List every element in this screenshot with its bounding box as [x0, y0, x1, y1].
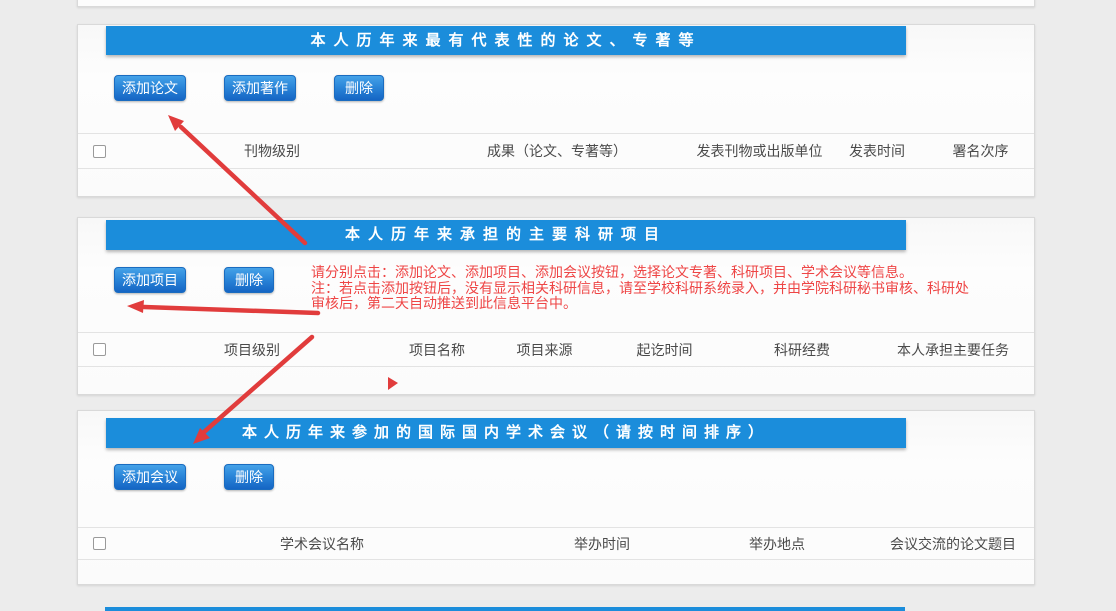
projects-select-all-checkbox[interactable]	[93, 343, 106, 356]
delete-conferences-button[interactable]: 删除	[224, 464, 274, 490]
column-header-achievement: 成果（论文、专著等）	[422, 141, 692, 161]
section-projects-title-bar: 本人历年来承担的主要科研项目	[106, 220, 906, 250]
section-papers-title: 本人历年来最有代表性的论文、专著等	[310, 32, 701, 49]
add-book-button[interactable]: 添加著作	[224, 75, 296, 101]
instruction-note-line3: 审核后，第二天自动推送到此信息平台中。	[311, 296, 969, 312]
projects-table-header-row: 项目级别 项目名称 项目来源 起讫时间 科研经费 本人承担主要任务	[78, 332, 1034, 367]
projects-select-all-cell	[78, 343, 122, 356]
papers-select-all-cell	[78, 145, 122, 158]
column-header-publish-date: 发表时间	[827, 141, 927, 161]
column-header-project-name: 项目名称	[382, 340, 492, 360]
page: 本人历年来最有代表性的论文、专著等 添加论文 添加著作 删除 刊物级别 成果（论…	[0, 0, 1116, 611]
section-papers-panel: 本人历年来最有代表性的论文、专著等 添加论文 添加著作 删除 刊物级别 成果（论…	[77, 24, 1035, 197]
add-project-button[interactable]: 添加项目	[114, 267, 186, 293]
instruction-note-line2: 注：若点击添加按钮后，没有显示相关科研信息，请至学校科研系统录入，并由学院科研秘…	[311, 281, 969, 297]
delete-papers-button[interactable]: 删除	[334, 75, 384, 101]
section-projects-panel: 本人历年来承担的主要科研项目 添加项目 删除 请分别点击：添加论文、添加项目、添…	[77, 217, 1035, 395]
conferences-table-header-row: 学术会议名称 举办时间 举办地点 会议交流的论文题目	[78, 527, 1034, 560]
column-header-conference-date: 举办时间	[522, 534, 682, 554]
section-papers-title-bar: 本人历年来最有代表性的论文、专著等	[106, 26, 906, 55]
add-paper-button[interactable]: 添加论文	[114, 75, 186, 101]
column-header-project-source: 项目来源	[492, 340, 597, 360]
delete-projects-button[interactable]: 删除	[224, 267, 274, 293]
column-header-author-order: 署名次序	[927, 141, 1034, 161]
section-conferences-title-bar: 本人历年来参加的国际国内学术会议（请按时间排序）	[106, 418, 906, 448]
projects-empty-row	[78, 368, 1034, 394]
conferences-select-all-checkbox[interactable]	[93, 537, 106, 550]
column-header-project-funds: 科研经费	[732, 340, 872, 360]
section-conferences-title: 本人历年来参加的国际国内学术会议（请按时间排序）	[242, 424, 770, 441]
column-header-journal-level: 刊物级别	[122, 141, 422, 161]
column-header-conference-place: 举办地点	[682, 534, 872, 554]
column-header-project-period: 起讫时间	[597, 340, 732, 360]
papers-table-header-row: 刊物级别 成果（论文、专著等） 发表刊物或出版单位 发表时间 署名次序	[78, 133, 1034, 169]
column-header-conference-paper: 会议交流的论文题目	[872, 534, 1034, 554]
conferences-empty-row	[78, 560, 1034, 584]
column-header-conference-name: 学术会议名称	[122, 534, 522, 554]
papers-empty-row	[78, 170, 1034, 196]
instruction-note-line1: 请分别点击：添加论文、添加项目、添加会议按钮，选择论文专著、科研项目、学术会议等…	[311, 265, 969, 281]
section-projects-title: 本人历年来承担的主要科研项目	[345, 226, 667, 243]
column-header-publisher: 发表刊物或出版单位	[692, 141, 827, 161]
section-conferences-panel: 本人历年来参加的国际国内学术会议（请按时间排序） 添加会议 删除 学术会议名称 …	[77, 410, 1035, 585]
previous-panel-bottom-edge	[77, 0, 1035, 7]
column-header-project-level: 项目级别	[122, 340, 382, 360]
papers-select-all-checkbox[interactable]	[93, 145, 106, 158]
instruction-note: 请分别点击：添加论文、添加项目、添加会议按钮，选择论文专著、科研项目、学术会议等…	[311, 265, 969, 312]
conferences-select-all-cell	[78, 537, 122, 550]
add-conference-button[interactable]: 添加会议	[114, 464, 186, 490]
next-section-title-bar-sliver	[105, 607, 905, 611]
column-header-project-role: 本人承担主要任务	[872, 340, 1034, 360]
